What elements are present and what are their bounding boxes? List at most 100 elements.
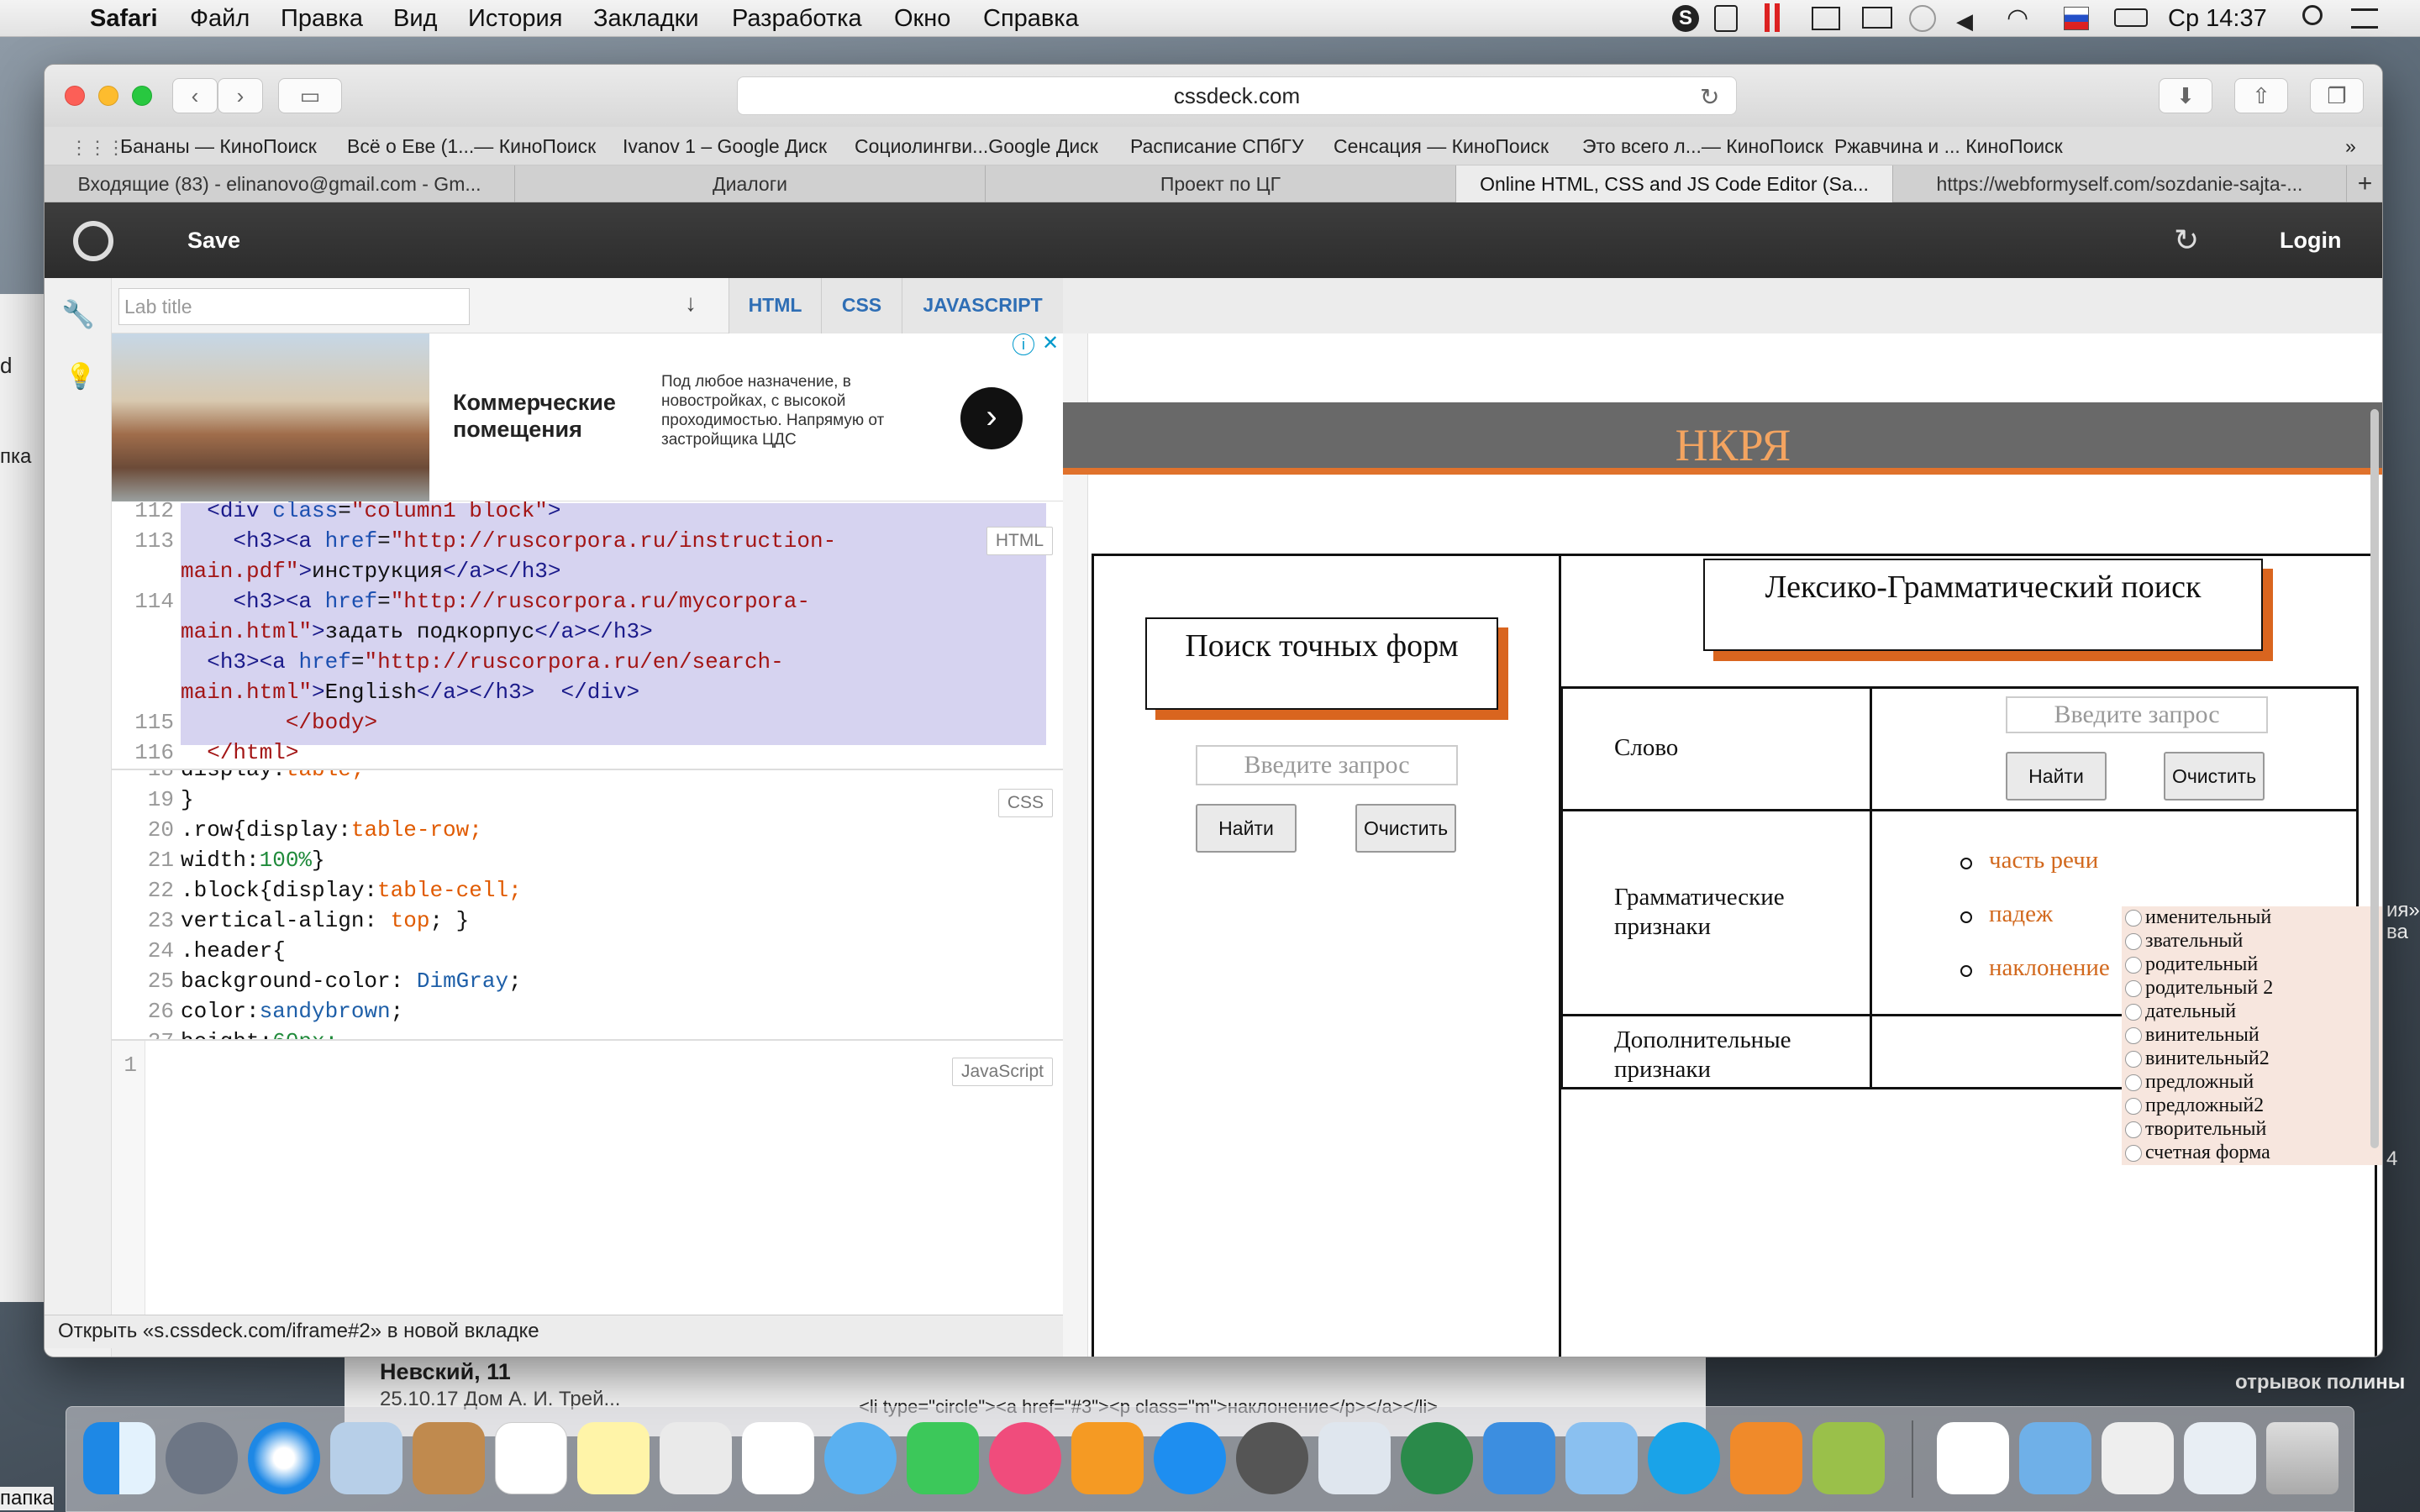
radio[interactable] xyxy=(2125,1051,2142,1068)
browser-tab[interactable]: https://webformyself.com/sozdanie-sajta-… xyxy=(1893,165,2347,202)
facetime-icon[interactable] xyxy=(907,1422,979,1494)
game-icon[interactable] xyxy=(1812,1422,1885,1494)
keynote-icon[interactable] xyxy=(1483,1422,1555,1494)
ibooks-icon[interactable] xyxy=(1071,1422,1144,1494)
stack-icon[interactable] xyxy=(2184,1422,2256,1494)
desktop-file-label[interactable]: отрывок полины xyxy=(2235,1371,2405,1394)
contacts-icon[interactable] xyxy=(413,1422,485,1494)
desktop-folder-label[interactable]: папка xyxy=(0,1487,54,1510)
sidebar-toggle-icon[interactable]: ▭ xyxy=(278,78,342,113)
zoom-window-button[interactable] xyxy=(132,86,152,106)
notes-icon[interactable] xyxy=(577,1422,650,1494)
pages-icon[interactable] xyxy=(1730,1422,1802,1494)
spotlight-icon[interactable] xyxy=(2302,5,2323,25)
case-option[interactable]: предложный xyxy=(2125,1071,2254,1094)
menu-edit[interactable]: Правка xyxy=(281,5,363,33)
battery-icon[interactable] xyxy=(2114,8,2148,27)
browser-tab[interactable]: Проект по ЦГ xyxy=(986,165,1456,202)
js-editor-pane[interactable]: 1 JavaScript xyxy=(112,1041,1063,1315)
reload-icon[interactable]: ↻ xyxy=(1700,83,1719,111)
tab-overview-icon[interactable]: ❐ xyxy=(2310,78,2364,113)
case-option[interactable]: предложный2 xyxy=(2125,1095,2264,1117)
close-window-button[interactable] xyxy=(65,86,85,106)
tab-html[interactable]: HTML xyxy=(729,278,821,333)
back-button[interactable]: ‹ xyxy=(172,78,218,113)
stack-icon[interactable] xyxy=(2102,1422,2174,1494)
activity-icon[interactable] xyxy=(1318,1422,1391,1494)
radio[interactable] xyxy=(2125,957,2142,974)
case-option[interactable]: родительный 2 xyxy=(2125,977,2273,1000)
browser-tab-active[interactable]: Online HTML, CSS and JS Code Editor (Sa.… xyxy=(1456,165,1893,202)
radio[interactable] xyxy=(2125,1121,2142,1139)
time-machine-icon[interactable] xyxy=(1909,5,1936,32)
cssdeck-logo-icon[interactable] xyxy=(73,221,113,261)
preview-scrollbar[interactable] xyxy=(2370,409,2379,1148)
tab-css[interactable]: CSS xyxy=(821,278,902,333)
ad-arrow-button[interactable]: › xyxy=(960,387,1023,449)
finder-icon[interactable] xyxy=(83,1422,155,1494)
radio[interactable] xyxy=(2125,1074,2142,1092)
wrench-icon[interactable]: 🔧 xyxy=(61,298,95,330)
bookmark[interactable]: Ржавчина и ... КиноПоиск xyxy=(1834,135,2063,158)
word-clear-button[interactable]: Очистить xyxy=(2164,752,2265,801)
save-button[interactable]: Save xyxy=(187,228,240,254)
bookmark[interactable]: Сенсация — КиноПоиск xyxy=(1334,135,1549,158)
bookmark[interactable]: Расписание СПбГУ xyxy=(1130,135,1304,158)
lab-title-input[interactable]: Lab title xyxy=(118,288,470,325)
radio[interactable] xyxy=(2125,980,2142,998)
bookmark[interactable]: Ivanov 1 – Google Диск xyxy=(623,135,827,158)
notification-center-icon[interactable] xyxy=(2351,8,2378,29)
menu-view[interactable]: Вид xyxy=(393,5,437,33)
radio[interactable] xyxy=(2125,933,2142,951)
mail-icon[interactable] xyxy=(330,1422,402,1494)
parallels-icon[interactable] xyxy=(1765,3,1770,32)
css-editor-pane[interactable]: 18 19 20 21 22 23 24 25 26 27 display:ta… xyxy=(112,770,1063,1041)
menu-window[interactable]: Окно xyxy=(894,5,950,33)
airplay-icon[interactable] xyxy=(1862,7,1892,29)
case-option[interactable]: творительный xyxy=(2125,1118,2266,1141)
radio[interactable] xyxy=(2125,910,2142,927)
radio[interactable] xyxy=(2125,1027,2142,1045)
bookmark[interactable]: Это всего л...— КиноПоиск xyxy=(1582,135,1823,158)
bookmark[interactable]: Социолингви...Google Диск xyxy=(855,135,1098,158)
advertisement[interactable]: Коммерческие помещения Под любое назначе… xyxy=(112,333,1063,501)
document-icon[interactable] xyxy=(1937,1422,2009,1494)
more-bookmarks-icon[interactable]: » xyxy=(2345,135,2356,158)
trash-icon[interactable] xyxy=(2266,1422,2338,1494)
exact-search-input[interactable]: Введите запрос xyxy=(1196,745,1458,785)
gram-link-case[interactable]: падеж xyxy=(1989,900,2053,929)
lightbulb-icon[interactable]: 💡 xyxy=(65,362,96,391)
system-preferences-icon[interactable] xyxy=(1236,1422,1308,1494)
menu-clock[interactable]: Ср 14:37 xyxy=(2168,5,2267,33)
case-option[interactable]: родительный xyxy=(2125,953,2258,976)
volume-icon[interactable]: ◀ xyxy=(1956,8,1973,34)
case-option[interactable]: винительный2 xyxy=(2125,1047,2270,1070)
browser-tab[interactable]: Входящие (83) - elinanovo@gmail.com - Gm… xyxy=(45,165,515,202)
itunes-icon[interactable] xyxy=(989,1422,1061,1494)
ad-info-icon[interactable]: i xyxy=(1013,333,1034,355)
login-button[interactable]: Login xyxy=(2280,228,2341,254)
forward-button[interactable]: › xyxy=(218,78,263,113)
wifi-icon[interactable]: ◠ xyxy=(2007,3,2028,33)
refresh-icon[interactable]: ↻ xyxy=(2174,223,2199,258)
calendar-icon[interactable] xyxy=(495,1422,567,1494)
menu-history[interactable]: История xyxy=(468,5,562,33)
address-bar[interactable]: cssdeck.com xyxy=(737,76,1737,115)
download-arrow-icon[interactable]: ↓ xyxy=(685,290,697,317)
html5-icon[interactable] xyxy=(1714,5,1738,32)
launchpad-icon[interactable] xyxy=(166,1422,238,1494)
app-icon[interactable] xyxy=(1401,1422,1473,1494)
bookmark[interactable]: Всё о Еве (1...— КиноПоиск xyxy=(347,135,596,158)
menu-develop[interactable]: Разработка xyxy=(732,5,862,33)
radio[interactable] xyxy=(2125,1145,2142,1163)
reminders-icon[interactable] xyxy=(742,1422,814,1494)
word-search-input[interactable]: Введите запрос xyxy=(2006,696,2268,733)
photo-booth-icon[interactable] xyxy=(1812,7,1840,30)
case-option[interactable]: дательный xyxy=(2125,1000,2236,1023)
messages-icon[interactable] xyxy=(824,1422,897,1494)
gram-link-mood[interactable]: наклонение xyxy=(1989,953,2110,983)
case-option[interactable]: счетная форма xyxy=(2125,1142,2270,1164)
new-tab-icon[interactable]: + xyxy=(2347,165,2382,202)
ad-close-icon[interactable]: ✕ xyxy=(1039,333,1061,355)
tab-javascript[interactable]: JAVASCRIPT xyxy=(902,278,1063,333)
